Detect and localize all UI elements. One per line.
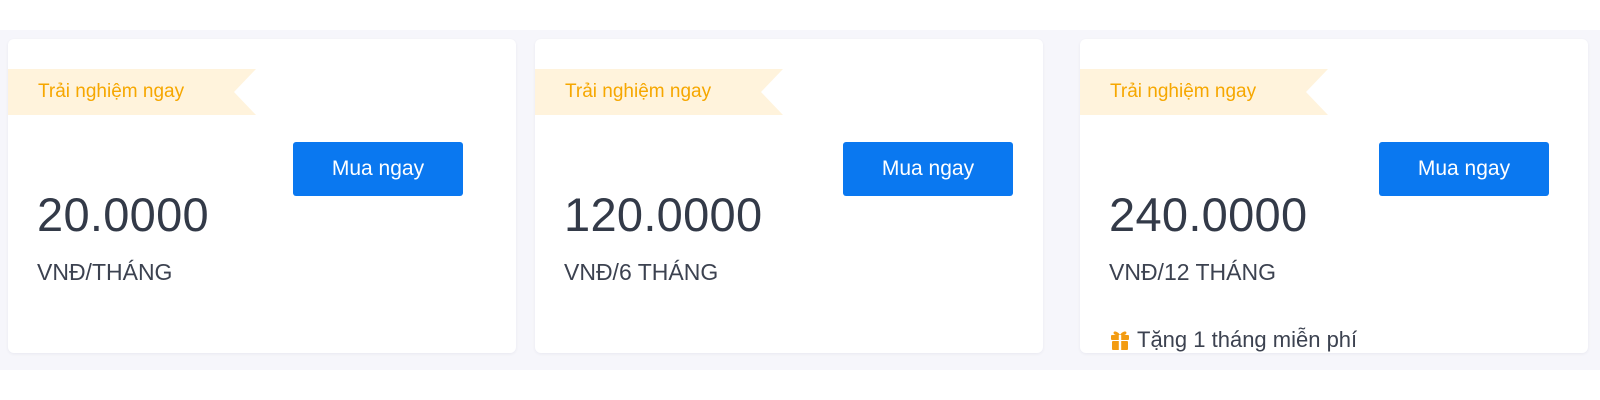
- plan-period: VNĐ/6 THÁNG: [564, 259, 719, 285]
- plan-price: 120.0000: [564, 188, 763, 241]
- bonus-offer: Tặng 1 tháng miễn phí: [1109, 326, 1357, 354]
- buy-now-button[interactable]: Mua ngay: [843, 142, 1013, 196]
- plan-price: 20.0000: [37, 188, 209, 241]
- buy-now-button[interactable]: Mua ngay: [1379, 142, 1549, 196]
- trial-ribbon: Trải nghiệm ngay: [8, 69, 258, 115]
- trial-ribbon: Trải nghiệm ngay: [535, 69, 785, 115]
- trial-ribbon: Trải nghiệm ngay: [1080, 69, 1330, 115]
- plan-card-12-months: Trải nghiệm ngay 240.0000 VNĐ/12 THÁNG M…: [1080, 39, 1588, 353]
- plan-card-6-months: Trải nghiệm ngay 120.0000 VNĐ/6 THÁNG Mu…: [535, 39, 1043, 353]
- plan-card-1-month: Trải nghiệm ngay 20.0000 VNĐ/THÁNG Mua n…: [8, 39, 516, 353]
- gift-icon: [1111, 331, 1129, 350]
- plan-period: VNĐ/12 THÁNG: [1109, 259, 1277, 285]
- ribbon-label: Trải nghiệm ngay: [38, 81, 185, 102]
- ribbon-label: Trải nghiệm ngay: [565, 81, 712, 102]
- bonus-text: Tặng 1 tháng miễn phí: [1137, 327, 1358, 352]
- plan-period: VNĐ/THÁNG: [37, 259, 173, 285]
- ribbon-label: Trải nghiệm ngay: [1110, 81, 1257, 102]
- buy-now-button[interactable]: Mua ngay: [293, 142, 463, 196]
- plan-price: 240.0000: [1109, 188, 1308, 241]
